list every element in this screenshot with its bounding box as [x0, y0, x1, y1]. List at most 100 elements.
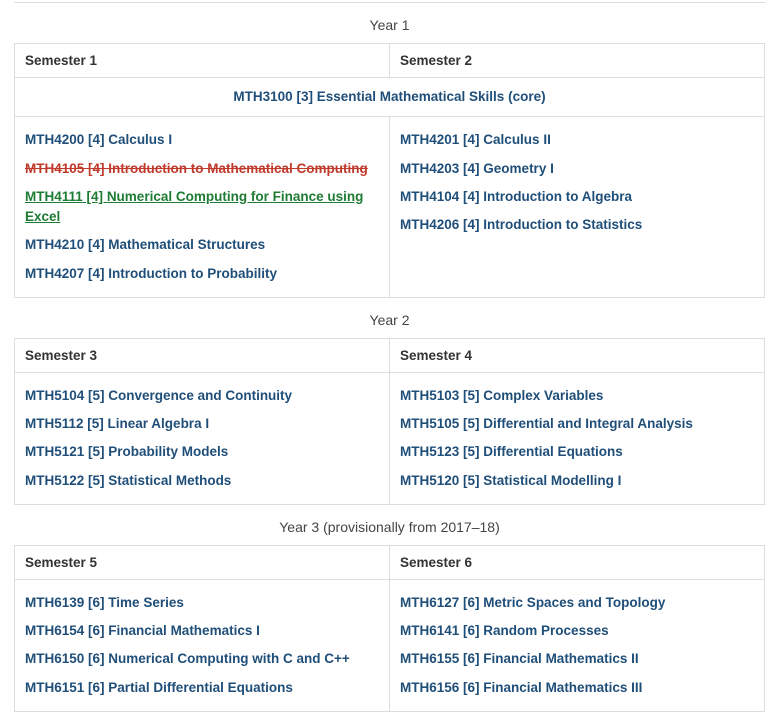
course-code-link[interactable]: MTH4105: [25, 161, 84, 176]
course-title: Statistical Modelling I: [483, 473, 621, 488]
course-title: Convergence and Continuity: [108, 388, 292, 403]
course-code-link[interactable]: MTH5120: [400, 473, 459, 488]
course-title: Metric Spaces and Topology: [483, 595, 665, 610]
course-level: [6]: [459, 651, 483, 666]
course-level: [5]: [459, 473, 483, 488]
course-title: Linear Algebra I: [108, 416, 210, 431]
course-code-link[interactable]: MTH4203: [400, 161, 459, 176]
course-code-link[interactable]: MTH5112: [25, 416, 84, 431]
course-level: [6]: [459, 623, 483, 638]
course-code-link[interactable]: MTH5104: [25, 388, 84, 403]
course-level: [6]: [84, 680, 108, 695]
course-code-link[interactable]: MTH6154: [25, 623, 84, 638]
course-code-link[interactable]: MTH5105: [400, 416, 459, 431]
course-code-link[interactable]: MTH6156: [400, 680, 459, 695]
course-line: MTH5104 [5] Convergence and Continuity: [25, 382, 379, 410]
course-code-link[interactable]: MTH5121: [25, 444, 84, 459]
course-title: Differential Equations: [483, 444, 623, 459]
course-code-link[interactable]: MTH6150: [25, 651, 84, 666]
course-line: MTH4203 [4] Geometry I: [400, 155, 754, 183]
course-level: [6]: [459, 680, 483, 695]
course-level: [4]: [84, 132, 108, 147]
course-line: MTH5112 [5] Linear Algebra I: [25, 410, 379, 438]
year3-sem6-cell: MTH6127 [6] Metric Spaces and Topology MT…: [390, 579, 765, 711]
course-line: MTH5120 [5] Statistical Modelling I: [400, 467, 754, 495]
course-title: Introduction to Statistics: [483, 217, 642, 232]
year1-caption: Year 1: [14, 3, 765, 43]
course-code-link[interactable]: MTH5122: [25, 473, 84, 488]
course-title: Statistical Methods: [108, 473, 231, 488]
course-code-link[interactable]: MTH4210: [25, 237, 84, 252]
course-code-link[interactable]: MTH3100: [233, 89, 292, 104]
course-line: MTH4210 [4] Mathematical Structures: [25, 231, 379, 259]
course-code-link[interactable]: MTH6151: [25, 680, 84, 695]
course-level: [6]: [84, 595, 108, 610]
course-title: Geometry I: [483, 161, 554, 176]
course-title: Financial Mathematics I: [108, 623, 260, 638]
course-title: Financial Mathematics II: [483, 651, 638, 666]
course-title: Numerical Computing with C and C++: [108, 651, 350, 666]
course-line: MTH6141 [6] Random Processes: [400, 617, 754, 645]
course-line: MTH6154 [6] Financial Mathematics I: [25, 617, 379, 645]
course-line: MTH6155 [6] Financial Mathematics II: [400, 645, 754, 673]
course-line: MTH5123 [5] Differential Equations: [400, 438, 754, 466]
course-level: [5]: [84, 388, 108, 403]
course-level: [4]: [84, 266, 108, 281]
course-title: Financial Mathematics III: [483, 680, 642, 695]
course-level: [5]: [459, 444, 483, 459]
year1-sem2-cell: MTH4201 [4] Calculus II MTH4203 [4] Geome…: [390, 117, 765, 298]
course-code-link[interactable]: MTH5123: [400, 444, 459, 459]
course-line: MTH5122 [5] Statistical Methods: [25, 467, 379, 495]
course-line: MTH6150 [6] Numerical Computing with C a…: [25, 645, 379, 673]
course-title: Complex Variables: [483, 388, 603, 403]
course-line: MTH4200 [4] Calculus I: [25, 126, 379, 154]
course-code-link[interactable]: MTH4206: [400, 217, 459, 232]
course-title: Calculus II: [483, 132, 551, 147]
course-code-link[interactable]: MTH6139: [25, 595, 84, 610]
course-title: Mathematical Structures: [108, 237, 265, 252]
course-code-link[interactable]: MTH6141: [400, 623, 459, 638]
course-level: [4]: [459, 217, 483, 232]
course-title: Partial Differential Equations: [108, 680, 293, 695]
course-level: [6]: [459, 595, 483, 610]
year1-sem1-header: Semester 1: [15, 44, 390, 78]
year3-table: Semester 5 Semester 6 MTH6139 [6] Time S…: [14, 545, 765, 712]
year2-sem3-header: Semester 3: [15, 338, 390, 372]
course-code-link[interactable]: MTH6155: [400, 651, 459, 666]
year1-table: Semester 1 Semester 2 MTH3100 [3] Essent…: [14, 43, 765, 298]
course-level: [4]: [459, 132, 483, 147]
course-title: Introduction to Probability: [108, 266, 277, 281]
course-level: [3]: [296, 89, 313, 104]
course-line: MTH4111 [4] Numerical Computing for Fina…: [25, 183, 379, 232]
year3-sem5-cell: MTH6139 [6] Time Series MTH6154 [6] Finan…: [15, 579, 390, 711]
course-code-link[interactable]: MTH6127: [400, 595, 459, 610]
course-code-link[interactable]: MTH4104: [400, 189, 459, 204]
course-code-link[interactable]: MTH5103: [400, 388, 459, 403]
course-level: [5]: [84, 444, 108, 459]
course-level: [5]: [459, 388, 483, 403]
year2-caption: Year 2: [14, 298, 765, 338]
course-code-link[interactable]: MTH4207: [25, 266, 84, 281]
course-level: [5]: [84, 416, 108, 431]
course-title: Time Series: [108, 595, 184, 610]
course-title: Random Processes: [483, 623, 608, 638]
year2-table: Semester 3 Semester 4 MTH5104 [5] Conver…: [14, 338, 765, 505]
course-line: MTH4207 [4] Introduction to Probability: [25, 260, 379, 288]
course-level: [4]: [84, 237, 108, 252]
course-code-link[interactable]: MTH4200: [25, 132, 84, 147]
course-title: Essential Mathematical Skills (core): [317, 89, 546, 104]
year3-sem5-header: Semester 5: [15, 545, 390, 579]
course-level: [6]: [84, 651, 108, 666]
course-code-link[interactable]: MTH4201: [400, 132, 459, 147]
course-title: Calculus I: [108, 132, 172, 147]
course-code-link[interactable]: MTH4111: [25, 189, 83, 204]
course-line: MTH4105 [4] Introduction to Mathematical…: [25, 155, 379, 183]
course-level: [5]: [84, 473, 108, 488]
course-line: MTH6151 [6] Partial Differential Equatio…: [25, 674, 379, 702]
year2-sem3-cell: MTH5104 [5] Convergence and ContinuityMT…: [15, 372, 390, 504]
course-core: MTH3100 [3] Essential Mathematical Skill…: [233, 85, 545, 108]
course-level: [4]: [84, 161, 108, 176]
year1-sem2-header: Semester 2: [390, 44, 765, 78]
year1-sem1-cell: MTH4200 [4] Calculus IMTH4105 [4] Introd…: [15, 117, 390, 298]
year1-core-cell: MTH3100 [3] Essential Mathematical Skill…: [15, 78, 765, 117]
